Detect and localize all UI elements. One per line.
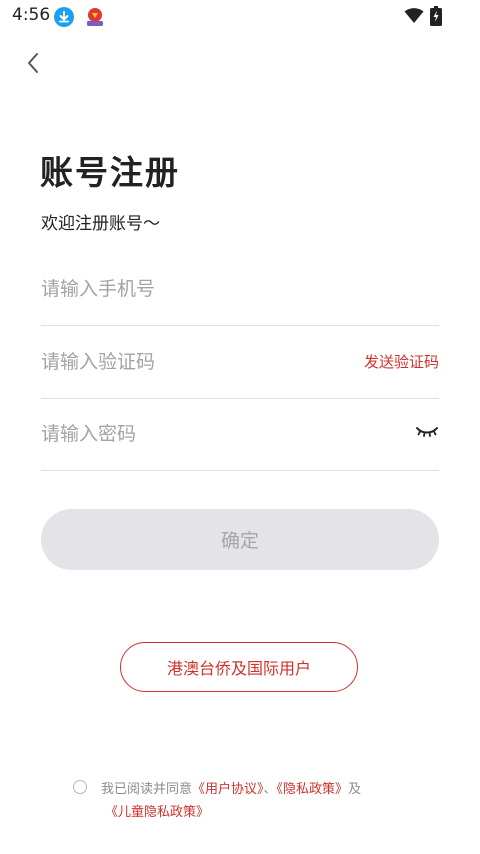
page-subtitle: 欢迎注册账号～: [41, 214, 160, 234]
radio-circle-icon[interactable]: [73, 780, 87, 794]
agreement-and: 及: [348, 782, 362, 797]
agreement-text: 我已阅读并同意《用户协议》、《隐私政策》及: [101, 778, 441, 801]
app-logo-icon: [84, 6, 106, 28]
password-field-row: [41, 398, 439, 471]
download-icon: [54, 7, 74, 27]
confirm-button[interactable]: 确定: [41, 509, 439, 570]
wifi-icon: [404, 8, 424, 24]
page-title: 账号注册: [40, 153, 180, 192]
phone-input[interactable]: [41, 253, 341, 325]
code-field-row: 发送验证码: [41, 326, 439, 399]
eye-closed-icon[interactable]: [415, 424, 439, 438]
chevron-left-icon: [25, 51, 41, 79]
agreement-prefix: 我已阅读并同意: [101, 782, 193, 797]
agreement-line-2: 《儿童隐私政策》: [105, 801, 209, 824]
send-code-button[interactable]: 发送验证码: [364, 351, 439, 372]
status-time: 4:56: [12, 5, 51, 25]
verification-code-input[interactable]: [41, 326, 341, 398]
privacy-policy-link[interactable]: 《隐私政策》: [277, 782, 349, 797]
battery-charging-icon: [430, 6, 442, 26]
user-agreement-link[interactable]: 《用户协议》: [192, 782, 264, 797]
phone-field-row: [41, 253, 439, 326]
password-input[interactable]: [41, 398, 341, 470]
back-button[interactable]: [18, 50, 48, 80]
children-privacy-link[interactable]: 《儿童隐私政策》: [105, 805, 209, 820]
international-users-button[interactable]: 港澳台侨及国际用户: [120, 642, 358, 692]
agreement-separator: 、: [263, 782, 277, 797]
status-bar: 4:56: [0, 0, 480, 32]
